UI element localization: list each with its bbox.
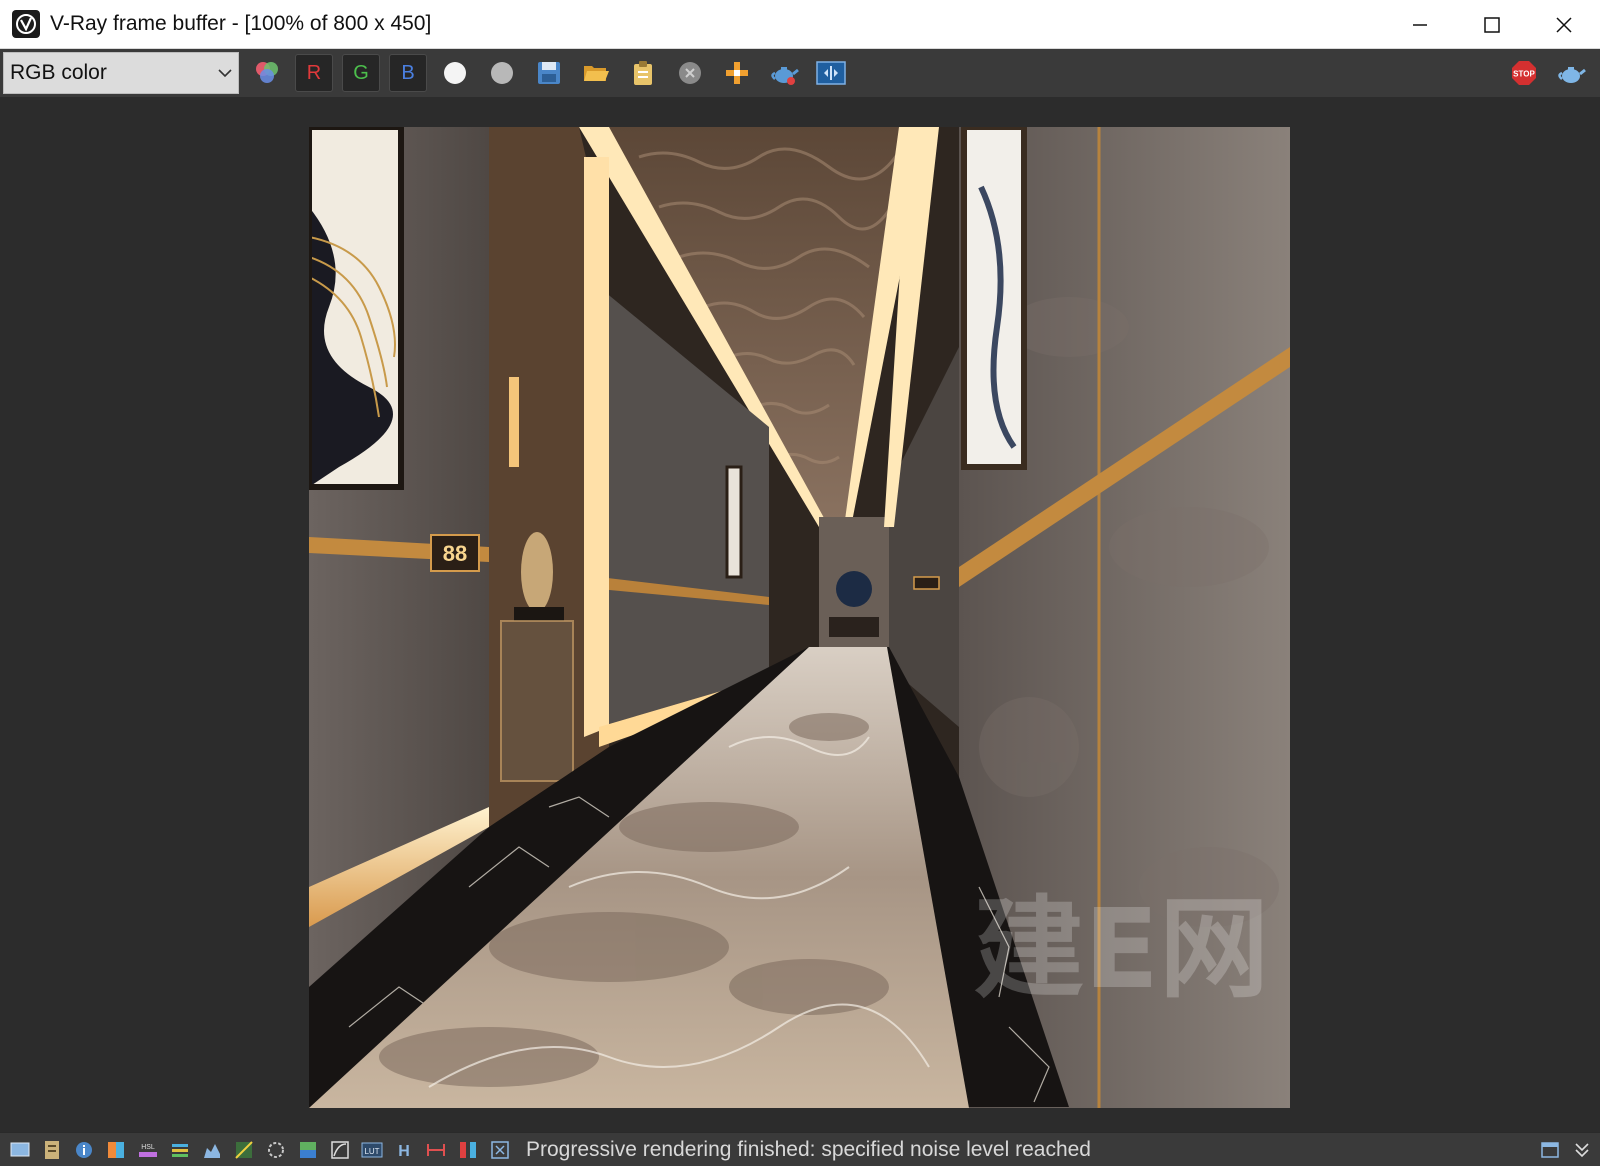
status-bar: HSL LUT H Progressive rendering finished… — [0, 1132, 1600, 1166]
svg-text:HSL: HSL — [141, 1144, 155, 1151]
open-image-button[interactable] — [577, 54, 615, 92]
svg-text:LUT: LUT — [364, 1147, 379, 1156]
title-bar: V-Ray frame buffer - [100% of 800 x 450] — [0, 0, 1600, 49]
window-title: V-Ray frame buffer - [100% of 800 x 450] — [50, 12, 432, 35]
lens-effects-button[interactable] — [328, 1138, 352, 1162]
info-icon — [76, 1141, 92, 1158]
image-viewport[interactable]: 88 建E网 — [0, 97, 1600, 1132]
clear-image-button[interactable] — [671, 54, 709, 92]
region-render-icon — [726, 62, 748, 84]
rendered-image: 88 建E网 — [309, 127, 1290, 1108]
channel-select-value: RGB color — [10, 61, 107, 84]
minimize-button[interactable] — [1384, 0, 1456, 49]
vray-logo-icon[interactable] — [12, 10, 40, 38]
color-correction-button[interactable] — [104, 1138, 128, 1162]
color-channels-icon — [256, 62, 278, 83]
display-icon — [10, 1142, 30, 1156]
copy-clipboard-button[interactable] — [624, 54, 662, 92]
save-image-button[interactable] — [530, 54, 568, 92]
white-swatch-button[interactable] — [436, 54, 474, 92]
white-balance-button[interactable] — [264, 1138, 288, 1162]
blue-channel-label: B — [401, 61, 415, 84]
render-teapot-icon — [1558, 67, 1586, 83]
blue-channel-button[interactable]: B — [389, 54, 427, 92]
settings-button[interactable] — [488, 1138, 512, 1162]
curves-icon — [172, 1143, 188, 1157]
expand-button[interactable] — [1570, 1138, 1594, 1162]
exposure-button[interactable] — [232, 1138, 256, 1162]
compare-icon — [460, 1141, 476, 1158]
watermark-text: 建E网 — [974, 885, 1269, 1013]
close-icon — [1556, 16, 1572, 33]
settings-icon — [491, 1140, 509, 1159]
stop-render-button[interactable]: STOP — [1505, 54, 1543, 92]
color-channels-button[interactable] — [248, 54, 286, 92]
panel-icon — [1541, 1142, 1559, 1158]
white-circle-icon — [444, 62, 466, 84]
h-icon: H — [398, 1143, 410, 1160]
start-render-button[interactable] — [1552, 54, 1590, 92]
save-icon — [538, 62, 560, 84]
red-channel-label: R — [306, 61, 322, 84]
room-number-sign: 88 — [443, 541, 467, 566]
clipboard-icon — [634, 61, 652, 85]
compare-button[interactable] — [456, 1138, 480, 1162]
white-balance-icon — [268, 1141, 284, 1158]
toolbar: RGB color R G B STOP — [0, 49, 1600, 97]
ab-compare-button[interactable] — [812, 54, 850, 92]
green-channel-label: G — [353, 61, 369, 84]
curves-button[interactable] — [168, 1138, 192, 1162]
clear-icon — [679, 62, 701, 84]
double-chevron-down-icon — [1575, 1143, 1589, 1158]
chevron-down-icon — [218, 69, 232, 78]
maximize-icon — [1484, 16, 1500, 33]
color-correction-icon — [108, 1141, 124, 1158]
svg-text:H: H — [398, 1143, 410, 1160]
history-icon — [45, 1140, 59, 1159]
levels-button[interactable] — [200, 1138, 224, 1162]
display-button[interactable] — [8, 1138, 32, 1162]
h-button[interactable]: H — [392, 1138, 416, 1162]
info-button[interactable] — [72, 1138, 96, 1162]
background-button[interactable] — [296, 1138, 320, 1162]
background-icon — [300, 1141, 316, 1158]
gray-circle-icon — [491, 62, 513, 84]
close-button[interactable] — [1528, 0, 1600, 49]
folder-open-icon — [584, 66, 609, 81]
ab-compare-icon — [816, 61, 846, 85]
stop-icon: STOP — [1512, 61, 1536, 85]
history-button[interactable] — [40, 1138, 64, 1162]
status-message: Progressive rendering finished: specifie… — [526, 1137, 1091, 1161]
hsl-icon: HSL — [139, 1144, 157, 1157]
svg-text:STOP: STOP — [1513, 70, 1535, 79]
channel-select[interactable]: RGB color — [3, 52, 239, 94]
hsl-button[interactable]: HSL — [136, 1138, 160, 1162]
panel-toggle-button[interactable] — [1538, 1138, 1562, 1162]
gray-swatch-button[interactable] — [483, 54, 521, 92]
red-channel-button[interactable]: R — [295, 54, 333, 92]
lut-button[interactable]: LUT — [360, 1138, 384, 1162]
teapot-icon — [771, 67, 799, 85]
exposure-icon — [235, 1140, 253, 1159]
ocio-button[interactable] — [424, 1138, 448, 1162]
minimize-icon — [1413, 23, 1427, 26]
lens-effects-icon — [331, 1140, 349, 1159]
region-render-button[interactable] — [718, 54, 756, 92]
green-channel-button[interactable]: G — [342, 54, 380, 92]
render-button[interactable] — [765, 54, 803, 92]
maximize-button[interactable] — [1456, 0, 1528, 49]
ocio-icon — [427, 1143, 445, 1156]
levels-icon — [204, 1143, 220, 1158]
lut-icon: LUT — [361, 1142, 383, 1157]
